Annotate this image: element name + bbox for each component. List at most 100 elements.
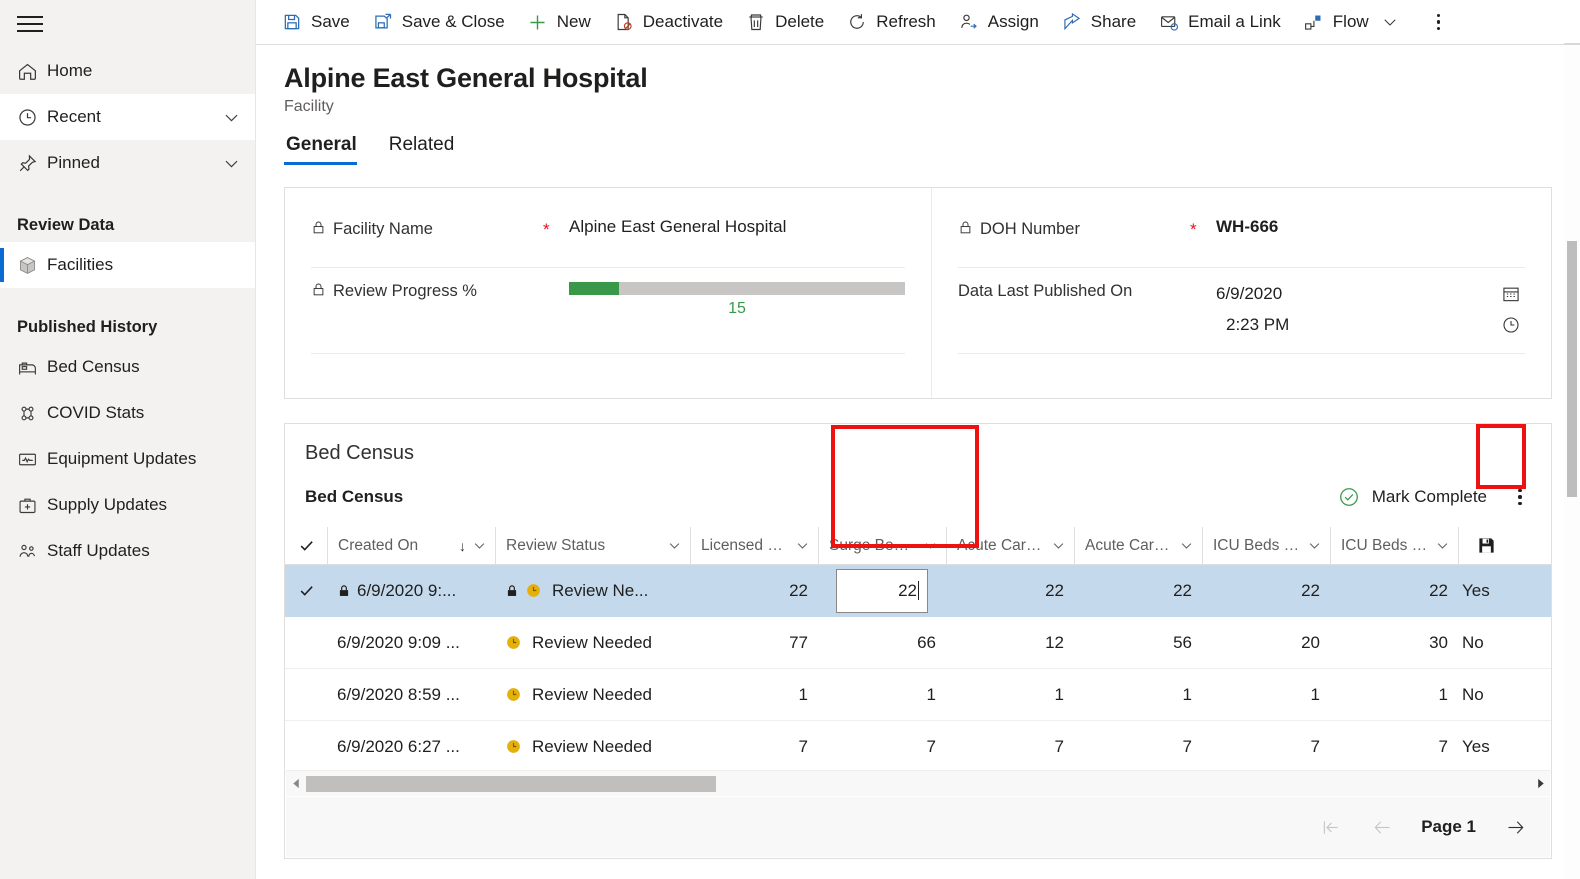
sidebar-item-supply-updates[interactable]: Supply Updates [0, 482, 255, 528]
column-header-acute-care-2[interactable]: Acute Care ... [1074, 526, 1202, 565]
row-select-checkbox[interactable] [285, 721, 327, 773]
cell-created-on[interactable]: 6/9/2020 8:59 ... [327, 669, 495, 721]
deactivate-button[interactable]: Deactivate [602, 0, 734, 44]
cell-licensed-beds[interactable]: 22 [690, 565, 818, 617]
chevron-down-icon[interactable] [222, 108, 241, 127]
cell-icu-beds-1[interactable]: 7 [1202, 721, 1330, 773]
table-row[interactable]: 6/9/2020 9:09 ... Review Needed 77 66 12 [285, 617, 1551, 669]
cell-created-on[interactable]: 6/9/2020 9:09 ... [327, 617, 495, 669]
flow-button[interactable]: Flow [1292, 0, 1410, 44]
tab-general[interactable]: General [284, 134, 365, 165]
cell-icu-beds-2[interactable]: 22 [1330, 565, 1458, 617]
chevron-down-icon[interactable] [795, 538, 810, 553]
sidebar-item-home[interactable]: Home [0, 48, 255, 94]
published-time-value[interactable]: 2:23 PM [1216, 315, 1497, 335]
cell-flag[interactable]: No [1458, 669, 1514, 721]
published-date-value[interactable]: 6/9/2020 [1216, 284, 1497, 304]
cell-icu-beds-1[interactable]: 20 [1202, 617, 1330, 669]
chevron-down-icon[interactable] [1435, 538, 1450, 553]
page-next-button[interactable] [1502, 814, 1528, 840]
save-and-close-button[interactable]: Save & Close [361, 0, 516, 44]
column-header-icu-beds-2[interactable]: ICU Beds (... [1330, 526, 1458, 565]
cell-acute-care-2[interactable]: 1 [1074, 669, 1202, 721]
delete-button[interactable]: Delete [734, 0, 835, 44]
chevron-down-icon[interactable] [1179, 538, 1194, 553]
chevron-down-icon[interactable] [1307, 538, 1322, 553]
scrollbar-thumb[interactable] [1567, 241, 1577, 497]
subgrid-overflow-button[interactable] [1503, 481, 1537, 513]
scrollbar-thumb[interactable] [306, 775, 716, 792]
select-all-checkbox[interactable] [285, 527, 327, 565]
sidebar-item-facilities[interactable]: Facilities [0, 242, 255, 288]
page-first-button[interactable] [1317, 814, 1343, 840]
cell-surge-beds-editor[interactable]: 22 [818, 565, 946, 617]
column-header-surge-beds[interactable]: Surge Beds... [818, 526, 946, 565]
page-vertical-scrollbar[interactable] [1564, 45, 1580, 879]
cell-icu-beds-2[interactable]: 1 [1330, 669, 1458, 721]
cell-created-on[interactable]: 6/9/2020 9:... [327, 565, 495, 617]
chevron-down-icon[interactable] [472, 538, 487, 553]
sidebar-item-covid-stats[interactable]: COVID Stats [0, 390, 255, 436]
grid-horizontal-scrollbar[interactable] [286, 770, 1550, 796]
email-a-link-button[interactable]: Email a Link [1147, 0, 1292, 44]
cell-surge-beds[interactable]: 66 [818, 617, 946, 669]
doh-number-value[interactable]: WH-666 [1216, 212, 1525, 237]
column-header-licensed-beds[interactable]: Licensed B... [690, 526, 818, 565]
cell-licensed-beds[interactable]: 77 [690, 617, 818, 669]
chevron-down-icon[interactable] [222, 154, 241, 173]
column-header-acute-care-1[interactable]: Acute Care ... [946, 526, 1074, 565]
clock-icon[interactable] [1497, 315, 1525, 335]
cell-licensed-beds[interactable]: 7 [690, 721, 818, 773]
new-button[interactable]: New [516, 0, 602, 44]
chevron-down-icon[interactable] [1051, 538, 1066, 553]
tab-related[interactable]: Related [387, 134, 463, 165]
surge-beds-input[interactable]: 22 [836, 568, 928, 613]
row-select-checkbox[interactable] [285, 669, 327, 721]
cell-review-status[interactable]: Review Needed [495, 669, 690, 721]
command-bar-overflow-button[interactable] [1420, 0, 1458, 44]
cell-acute-care-1[interactable]: 1 [946, 669, 1074, 721]
cell-flag[interactable]: Yes [1458, 721, 1514, 773]
column-header-review-status[interactable]: Review Status [495, 526, 690, 565]
assign-button[interactable]: Assign [947, 0, 1050, 44]
chevron-down-icon[interactable] [923, 538, 938, 553]
cell-acute-care-1[interactable]: 12 [946, 617, 1074, 669]
row-select-checkbox[interactable] [285, 617, 327, 669]
scroll-left-arrow-icon[interactable] [286, 778, 306, 789]
cell-icu-beds-1[interactable]: 1 [1202, 669, 1330, 721]
sidebar-item-pinned[interactable]: Pinned [0, 140, 255, 186]
cell-acute-care-1[interactable]: 22 [946, 565, 1074, 617]
cell-review-status[interactable]: Review Needed [495, 721, 690, 773]
column-header-icu-beds-1[interactable]: ICU Beds (... [1202, 526, 1330, 565]
grid-save-button[interactable] [1458, 526, 1514, 565]
cell-acute-care-1[interactable]: 7 [946, 721, 1074, 773]
chevron-down-icon[interactable] [1381, 13, 1399, 31]
save-button[interactable]: Save [270, 0, 361, 44]
calendar-icon[interactable] [1497, 284, 1525, 304]
cell-flag[interactable]: No [1458, 617, 1514, 669]
table-row[interactable]: 6/9/2020 9:... Review Ne... 22 22 22 22 … [285, 565, 1551, 617]
refresh-button[interactable]: Refresh [835, 0, 947, 44]
share-button[interactable]: Share [1050, 0, 1147, 44]
mark-complete-button[interactable]: Mark Complete [1332, 482, 1493, 512]
cell-created-on[interactable]: 6/9/2020 6:27 ... [327, 721, 495, 773]
cell-licensed-beds[interactable]: 1 [690, 669, 818, 721]
hamburger-menu-button[interactable] [0, 0, 255, 48]
column-header-created-on[interactable]: Created On ↓ [327, 526, 495, 565]
row-select-checkbox[interactable] [285, 565, 327, 617]
scrollbar-track[interactable] [306, 775, 1530, 792]
cell-surge-beds[interactable]: 7 [818, 721, 946, 773]
cell-review-status[interactable]: Review Needed [495, 617, 690, 669]
cell-surge-beds[interactable]: 1 [818, 669, 946, 721]
cell-acute-care-2[interactable]: 56 [1074, 617, 1202, 669]
cell-flag[interactable]: Yes [1458, 565, 1514, 617]
cell-acute-care-2[interactable]: 22 [1074, 565, 1202, 617]
cell-icu-beds-1[interactable]: 22 [1202, 565, 1330, 617]
cell-acute-care-2[interactable]: 7 [1074, 721, 1202, 773]
cell-icu-beds-2[interactable]: 7 [1330, 721, 1458, 773]
sidebar-item-staff-updates[interactable]: Staff Updates [0, 528, 255, 574]
table-row[interactable]: 6/9/2020 6:27 ... Review Needed 7 7 7 7 … [285, 721, 1551, 773]
chevron-down-icon[interactable] [667, 538, 682, 553]
sidebar-item-equipment-updates[interactable]: Equipment Updates [0, 436, 255, 482]
sidebar-item-bed-census[interactable]: Bed Census [0, 344, 255, 390]
